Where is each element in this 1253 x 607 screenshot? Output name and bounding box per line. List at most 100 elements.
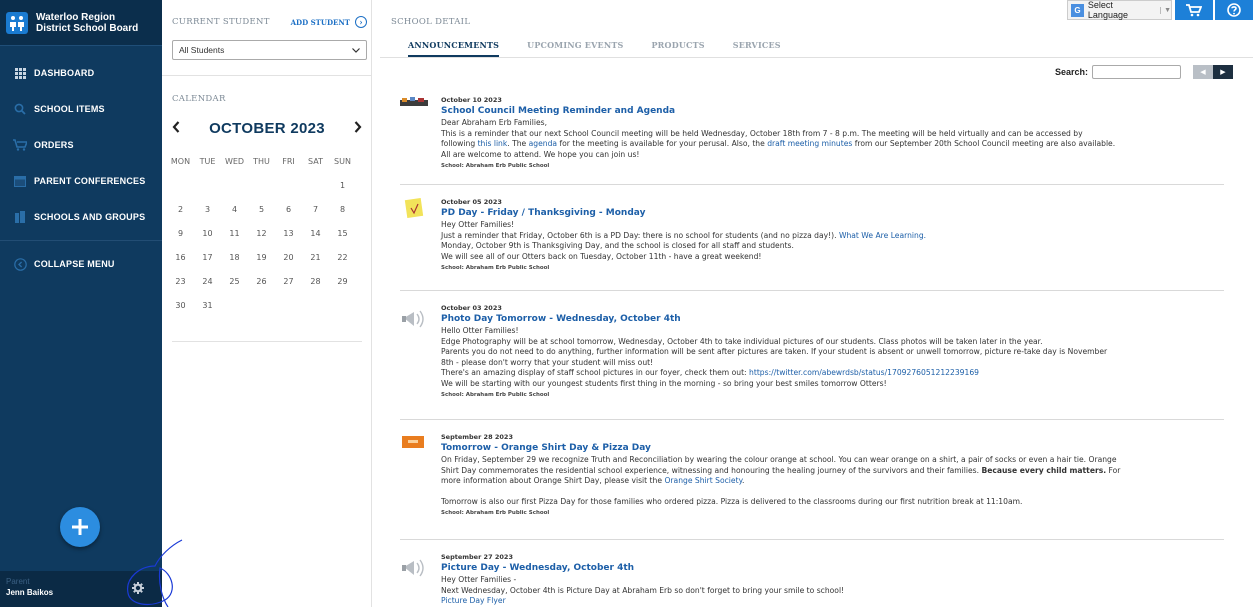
megaphone-icon [402, 310, 424, 328]
pager: ◀ ▶ [1193, 65, 1233, 79]
chevron-left-icon [172, 120, 180, 133]
announcement-text: Hey Otter Families! Just a reminder that… [441, 220, 927, 261]
calendar-empty-cell [302, 178, 329, 202]
divider [400, 419, 1224, 420]
calendar-day[interactable]: 29 [329, 274, 356, 298]
calendar-day[interactable]: 13 [275, 226, 302, 250]
student-select[interactable]: All Students [172, 40, 367, 60]
twitter-link[interactable]: https://twitter.com/abewrdsb/status/1709… [749, 368, 979, 377]
nav-dashboard-label: DASHBOARD [34, 68, 95, 78]
tab-announcements[interactable]: ANNOUNCEMENTS [408, 40, 500, 58]
language-select[interactable]: G Select Language ▼ [1067, 0, 1172, 20]
tab-services[interactable]: SERVICES [733, 40, 781, 58]
next-page-button[interactable]: ▶ [1213, 65, 1233, 79]
announcement-school: School: Abraham Erb Public School [441, 163, 550, 169]
calendar-day[interactable]: 5 [248, 202, 275, 226]
calendar-empty-cell [221, 178, 248, 202]
announcement-title[interactable]: Picture Day - Wednesday, October 4th [441, 563, 1224, 573]
calendar-day[interactable]: 26 [248, 274, 275, 298]
calendar-day[interactable]: 25 [221, 274, 248, 298]
gear-icon[interactable] [132, 582, 144, 597]
add-student-button[interactable]: ADD STUDENT › [291, 16, 367, 28]
collapse-menu-label: COLLAPSE MENU [34, 259, 115, 269]
calendar-day[interactable]: 22 [329, 250, 356, 274]
announcement-date: October 05 2023 [441, 198, 502, 206]
cart-icon [1186, 3, 1202, 16]
nav-schools-and-groups[interactable]: SCHOOLS AND GROUPS [0, 199, 162, 235]
calendar-day[interactable]: 1 [329, 178, 356, 202]
tab-products[interactable]: PRODUCTS [651, 40, 704, 58]
calendar-day[interactable]: 20 [275, 250, 302, 274]
calendar-day[interactable]: 8 [329, 202, 356, 226]
nav-parent-conferences[interactable]: PARENT CONFERENCES [0, 163, 162, 199]
agenda-link[interactable]: agenda [529, 139, 557, 148]
calendar-day[interactable]: 4 [221, 202, 248, 226]
brand[interactable]: Waterloo Region District School Board [0, 0, 162, 46]
calendar-label: CALENDAR [172, 94, 226, 104]
announcement-body: October 03 2023 Photo Day Tomorrow - Wed… [441, 304, 1224, 398]
cart-button[interactable] [1175, 0, 1213, 20]
add-button[interactable] [60, 507, 100, 547]
user-bar: Parent Jenn Baikos [0, 571, 162, 607]
top-toolbar: G Select Language ▼ [1067, 0, 1253, 20]
calendar-day[interactable]: 23 [167, 274, 194, 298]
nav-school-items[interactable]: SCHOOL ITEMS [0, 91, 162, 127]
calendar-day[interactable]: 3 [194, 202, 221, 226]
plus-icon [72, 519, 88, 535]
chevron-right-circle-icon: › [355, 16, 367, 28]
orange-shirt-society-link[interactable]: Orange Shirt Society [664, 476, 742, 485]
prev-month-button[interactable] [172, 120, 180, 137]
calendar-day[interactable]: 6 [275, 202, 302, 226]
what-we-are-learning-link[interactable]: What We Are Learning. [839, 231, 926, 240]
chevron-left-circle-icon [13, 257, 27, 271]
calendar-day[interactable]: 28 [302, 274, 329, 298]
current-student-label: CURRENT STUDENT [172, 17, 270, 27]
calendar-empty-cell [275, 178, 302, 202]
divider [400, 184, 1224, 185]
tab-upcoming-events[interactable]: UPCOMING EVENTS [527, 40, 623, 58]
calendar-day[interactable]: 14 [302, 226, 329, 250]
announcement-text: Hello Otter Families! Edge Photography w… [441, 326, 1108, 388]
nav-dashboard[interactable]: DASHBOARD [0, 55, 162, 91]
prev-page-button[interactable]: ◀ [1193, 65, 1213, 79]
calendar-day[interactable]: 9 [167, 226, 194, 250]
calendar-day[interactable]: 16 [167, 250, 194, 274]
announcement-title[interactable]: Tomorrow - Orange Shirt Day & Pizza Day [441, 443, 1224, 453]
announcement-title[interactable]: PD Day - Friday / Thanksgiving - Monday [441, 208, 1224, 218]
building-icon [13, 210, 27, 224]
next-month-button[interactable] [354, 120, 362, 137]
calendar-day[interactable]: 30 [167, 298, 194, 322]
help-button[interactable] [1215, 0, 1253, 20]
calendar-day[interactable]: 15 [329, 226, 356, 250]
nav-orders[interactable]: ORDERS [0, 127, 162, 163]
search-input[interactable] [1092, 65, 1181, 79]
this-link[interactable]: this link [478, 139, 508, 148]
calendar-day[interactable]: 10 [194, 226, 221, 250]
calendar-day[interactable]: 19 [248, 250, 275, 274]
calendar-day[interactable]: 11 [221, 226, 248, 250]
calendar-day[interactable]: 7 [302, 202, 329, 226]
announcement-title[interactable]: School Council Meeting Reminder and Agen… [441, 106, 1224, 116]
calendar-header: OCTOBER 2023 [172, 120, 362, 137]
calendar-day[interactable]: 24 [194, 274, 221, 298]
calendar-icon [13, 174, 27, 188]
picture-day-flyer-link[interactable]: Picture Day Flyer [441, 596, 506, 605]
help-icon [1227, 3, 1241, 17]
calendar-day[interactable]: 27 [275, 274, 302, 298]
announcement-title[interactable]: Photo Day Tomorrow - Wednesday, October … [441, 314, 1224, 324]
draft-minutes-link[interactable]: draft meeting minutes [767, 139, 852, 148]
nav-divider [0, 240, 162, 241]
brand-name: Waterloo Region District School Board [36, 11, 139, 34]
calendar-day[interactable]: 18 [221, 250, 248, 274]
calendar-day[interactable]: 31 [194, 298, 221, 322]
tabs-divider [380, 57, 1253, 58]
calendar-day[interactable]: 2 [167, 202, 194, 226]
calendar-day[interactable]: 12 [248, 226, 275, 250]
calendar-empty-cell [248, 178, 275, 202]
announcement-body: October 10 2023 School Council Meeting R… [441, 96, 1224, 169]
orange-shirt-icon [402, 436, 424, 448]
collapse-menu-button[interactable]: COLLAPSE MENU [0, 246, 162, 282]
announcement-date: September 28 2023 [441, 433, 513, 441]
calendar-day[interactable]: 21 [302, 250, 329, 274]
calendar-day[interactable]: 17 [194, 250, 221, 274]
